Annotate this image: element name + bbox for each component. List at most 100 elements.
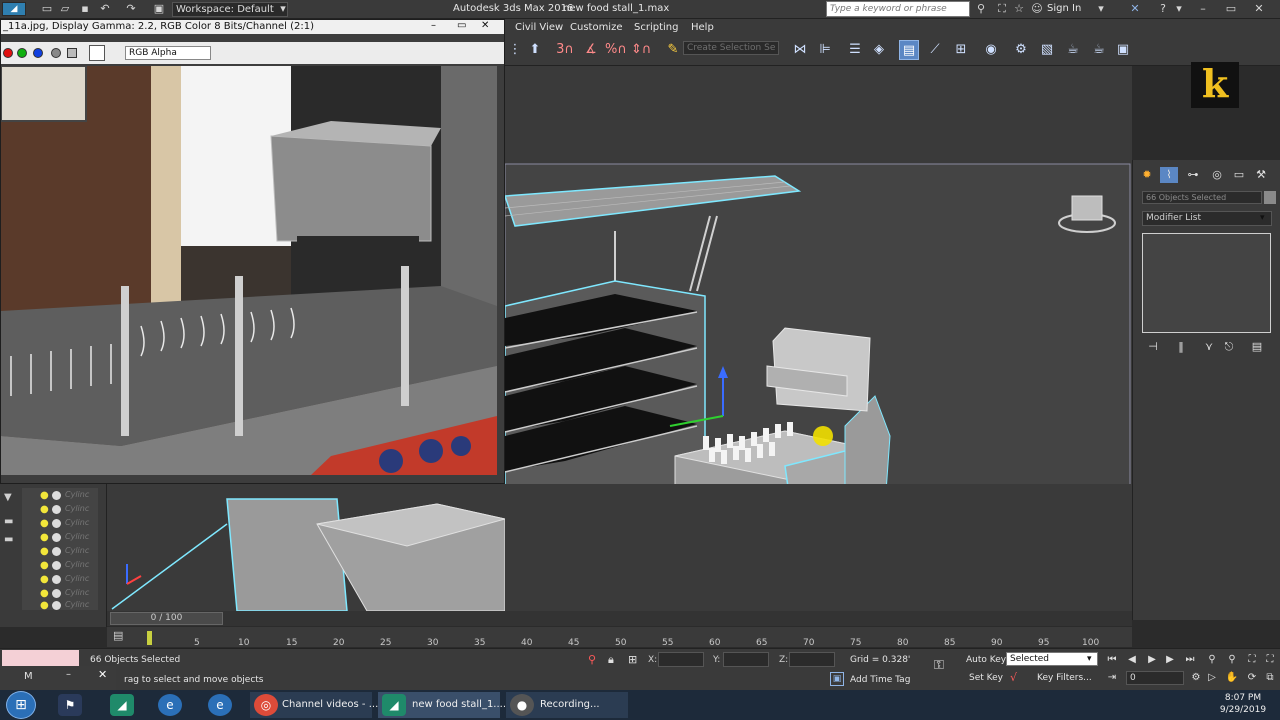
schematic-view-icon[interactable]: ⊞ [951, 40, 971, 60]
scene-object-list[interactable]: ● Cylinc ● Cylinc ● Cylinc ● Cylinc ● Cylinc … [22, 488, 98, 611]
taskbar-thumbnail-preview[interactable]: M – ✕ [0, 666, 116, 690]
dock-grip-icon[interactable]: ⋮ [505, 40, 525, 60]
pinned-3dsmax-icon[interactable]: ◢ [110, 694, 134, 716]
3dsmax-task-icon[interactable]: ◢ [382, 694, 406, 716]
hierarchy-tab-icon[interactable]: ⊶ [1184, 167, 1202, 183]
time-tag-icon[interactable]: ▣ [830, 672, 844, 686]
pinned-browser-2-icon[interactable]: e [208, 694, 232, 716]
selection-lock-icon[interactable]: 🔒︎ [608, 653, 614, 667]
favorite-star-icon[interactable]: ☆ [1012, 2, 1026, 16]
key-mode-chevron-icon[interactable]: ▾ [1087, 654, 1092, 664]
add-time-tag-button[interactable]: Add Time Tag [850, 675, 910, 685]
sign-in-chevron-icon[interactable]: ▾ [1094, 2, 1108, 16]
maximize-icon[interactable]: ▭ [1224, 2, 1238, 16]
field-of-view-icon[interactable]: ▷ [1204, 671, 1220, 685]
zoom-all-icon[interactable]: ⚲ [1224, 653, 1240, 667]
user-icon[interactable]: ☺ [1030, 2, 1044, 16]
system-clock[interactable]: 8:07 PM 9/29/2019 [1210, 692, 1276, 716]
default-tangent-icon[interactable]: √ [1010, 671, 1017, 684]
app-logo-icon[interactable]: ◢ [2, 2, 26, 16]
absolute-mode-icon[interactable]: ⊞ [628, 653, 637, 666]
layer-toggle-icon[interactable]: ▬ [4, 516, 13, 527]
thumbnail-close-icon[interactable]: ✕ [98, 668, 107, 681]
snaps-3d-icon[interactable]: 3∩ [555, 40, 575, 60]
help-icon[interactable]: ? [1156, 2, 1170, 16]
rendered-frame-window-icon[interactable]: ▧ [1037, 40, 1057, 60]
maxscript-listener[interactable] [2, 650, 79, 667]
list-item[interactable]: ● Cylinc [22, 488, 98, 502]
light-bulb-icon[interactable]: ● [40, 574, 49, 585]
visibility-icon[interactable] [52, 519, 61, 528]
sign-in-button[interactable]: Sign In [1047, 3, 1081, 14]
light-bulb-icon[interactable]: ● [40, 532, 49, 543]
render-online-icon[interactable]: ▣ [1113, 40, 1133, 60]
swatch-icon[interactable] [89, 45, 105, 61]
list-item[interactable]: ● Cylinc [22, 502, 98, 516]
layer-explorer-icon[interactable]: ☰ [845, 40, 865, 60]
material-editor-icon[interactable]: ◉ [981, 40, 1001, 60]
render-iterative-icon[interactable]: ☕ [1089, 40, 1109, 60]
auto-key-button[interactable]: Auto Key [966, 655, 1006, 665]
render-setup-icon[interactable]: ⚙ [1011, 40, 1031, 60]
visibility-icon[interactable] [52, 533, 61, 542]
rendered-frame-window[interactable]: _11a.jpg, Display Gamma: 2.2, RGB Color … [0, 19, 505, 484]
selection-set-dropdown[interactable]: Create Selection Se [683, 41, 779, 55]
workspace-chevron-icon[interactable]: ▾ [276, 2, 290, 16]
layers-icon[interactable]: ◈ [869, 40, 889, 60]
visibility-icon[interactable] [52, 547, 61, 556]
visibility-icon[interactable] [52, 561, 61, 570]
play-icon[interactable]: ▶︎ [1144, 653, 1160, 667]
hierarchy-toggle-icon[interactable]: ▬ [4, 534, 13, 545]
menu-item-help[interactable]: Help [691, 22, 714, 33]
minimize-icon[interactable]: – [1196, 2, 1210, 16]
open-file-icon[interactable]: ▱ [58, 2, 72, 16]
place-icon[interactable]: ⬆ [525, 40, 545, 60]
green-channel-icon[interactable] [17, 48, 27, 58]
object-name-field[interactable]: 66 Objects Selected [1142, 191, 1262, 204]
workspace-dropdown[interactable]: Workspace: Default [172, 2, 288, 17]
key-mode-dropdown[interactable]: Selected [1006, 652, 1098, 666]
object-color-swatch[interactable] [1264, 191, 1276, 204]
help-chevron-icon[interactable]: ▾ [1172, 2, 1186, 16]
zoom-extents-all-icon[interactable]: ⛶ [1262, 653, 1278, 667]
frame-buffer-close-icon[interactable]: ✕ [481, 20, 489, 31]
viewport-lower-region[interactable] [107, 484, 1132, 612]
recorder-icon[interactable]: ● [510, 694, 534, 716]
align-icon[interactable]: ⊫ [815, 40, 835, 60]
list-item[interactable]: ● Cylinc [22, 544, 98, 558]
pan-icon[interactable]: ✋ [1224, 671, 1240, 685]
start-button[interactable]: ⊞ [6, 691, 36, 719]
key-filters-button[interactable]: Key Filters... [1037, 673, 1092, 683]
binoculars-icon[interactable]: ⚲ [974, 2, 988, 16]
light-bulb-icon[interactable]: ● [40, 490, 49, 501]
y-coordinate-field[interactable] [723, 652, 769, 667]
percent-snap-icon[interactable]: %∩ [605, 40, 627, 60]
next-frame-icon[interactable]: ▶︎ [1162, 653, 1178, 667]
spinner-snap-icon[interactable]: ⇕∩ [631, 40, 651, 60]
z-coordinate-field[interactable] [789, 652, 835, 667]
save-icon[interactable]: ▪ [78, 2, 92, 16]
modifier-list-dropdown[interactable]: Modifier List [1142, 211, 1272, 226]
search-input[interactable]: Type a keyword or phrase [826, 1, 970, 17]
pinned-browser-icon[interactable]: e [158, 694, 182, 716]
menu-item-scripting[interactable]: Scripting [634, 22, 678, 33]
render-production-icon[interactable]: ☕ [1063, 40, 1083, 60]
create-tab-icon[interactable]: ✹ [1138, 167, 1156, 183]
list-item[interactable]: ● Cylinc [22, 516, 98, 530]
visibility-icon[interactable] [52, 589, 61, 598]
mirror-icon[interactable]: ⋈ [790, 40, 810, 60]
light-bulb-icon[interactable]: ● [40, 546, 49, 557]
close-icon[interactable]: ✕ [1252, 2, 1266, 16]
blue-channel-icon[interactable] [33, 48, 43, 58]
menu-item-civil-view[interactable]: Civil View [515, 22, 563, 33]
key-mode-toggle-icon[interactable]: ⇥ [1104, 671, 1120, 685]
maximize-viewport-icon[interactable]: ⧉ [1262, 671, 1278, 685]
angle-snap-icon[interactable]: ∡ [581, 40, 601, 60]
current-frame-field[interactable]: 0 [1126, 671, 1184, 685]
mini-curve-editor-icon[interactable]: ▤ [113, 629, 123, 642]
make-unique-icon[interactable]: ⋎ [1200, 339, 1218, 355]
list-item[interactable]: ● Cylinc [22, 558, 98, 572]
list-item[interactable]: ● Cylinc [22, 530, 98, 544]
project-folder-icon[interactable]: ▣ [152, 2, 166, 16]
zoom-icon[interactable]: ⚲ [1204, 653, 1220, 667]
